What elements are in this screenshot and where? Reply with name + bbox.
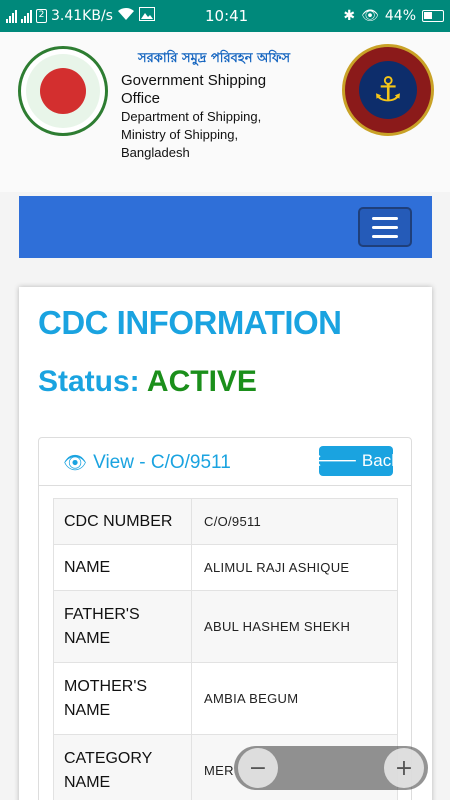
navbar [19,196,432,258]
zoom-out-button[interactable]: − [238,748,278,788]
eye-icon: 👁 [361,8,379,24]
zoom-in-icon: + [394,755,414,781]
status-label: Status: [38,365,140,398]
site-header: সরকারি সমুদ্র পরিবহন অফিস Government Shi… [0,32,450,192]
row-key: NAME [53,544,192,591]
battery-icon [422,10,444,22]
back-label: Back [361,451,400,470]
organization-department: Department of Shipping, Ministry of Ship… [121,108,291,162]
view-heading: 👁 View - C/O/9511 [63,451,231,475]
signal-icon [21,9,32,23]
eye-icon: 👁 [63,452,88,474]
image-icon [138,7,155,25]
table-row: NAME ALIMUL RAJI ASHIQUE [53,544,398,591]
zoom-out-icon: − [248,755,268,781]
table-row: FATHER'S NAME ABUL HASHEM SHEKH [53,590,398,663]
back-button[interactable]: 🡐 Back [312,446,400,476]
panel-header: 👁 View - C/O/9511 🡐 Back [39,438,411,486]
status-bar: 2 3.41KB/s 10:41 ✱ 👁 44% [0,0,450,32]
page-title: CDC INFORMATION [38,304,342,341]
clock: 10:41 [205,7,249,25]
view-label: View - C/O/9511 [93,451,231,473]
row-value: ALIMUL RAJI ASHIQUE [191,544,398,591]
status-line: Status: ACTIVE [38,365,257,399]
dept-line: Department of Shipping, [121,109,262,124]
government-seal-logo [18,46,108,136]
battery-percent: 44% [384,8,416,24]
signal-icon [6,9,17,23]
row-key: CATEGORY NAME [53,734,192,800]
dept-line: Ministry of Shipping, [121,127,239,142]
network-speed: 3.41KB/s [51,8,113,24]
shipping-office-logo: ⚓ [342,44,434,136]
sim-icon: 2 [36,9,47,23]
table-row: MOTHER'S NAME AMBIA BEGUM [53,662,398,735]
zoom-controls: − + [234,746,428,790]
cdc-info-card: CDC INFORMATION Status: ACTIVE 👁 View - … [19,287,432,800]
table-row: CDC NUMBER C/O/9511 [53,498,398,545]
bluetooth-icon: ✱ [343,8,356,24]
zoom-in-button[interactable]: + [384,748,424,788]
dept-line: Bangladesh [121,145,190,160]
wifi-icon [117,7,135,25]
bengali-title: সরকারি সমুদ্র পরিবহন অফিস [138,51,291,66]
row-value: C/O/9511 [191,498,398,545]
row-value: AMBIA BEGUM [191,662,398,735]
arrow-left-icon: 🡐 [312,451,358,470]
row-value: ABUL HASHEM SHEKH [191,590,398,663]
row-key: CDC NUMBER [53,498,192,545]
row-key: FATHER'S NAME [53,590,192,663]
organization-name: Government Shipping Office [121,72,267,107]
anchor-icon: ⚓ [359,61,417,119]
hamburger-menu-button[interactable] [358,207,412,247]
row-key: MOTHER'S NAME [53,662,192,735]
status-value: ACTIVE [146,365,257,398]
